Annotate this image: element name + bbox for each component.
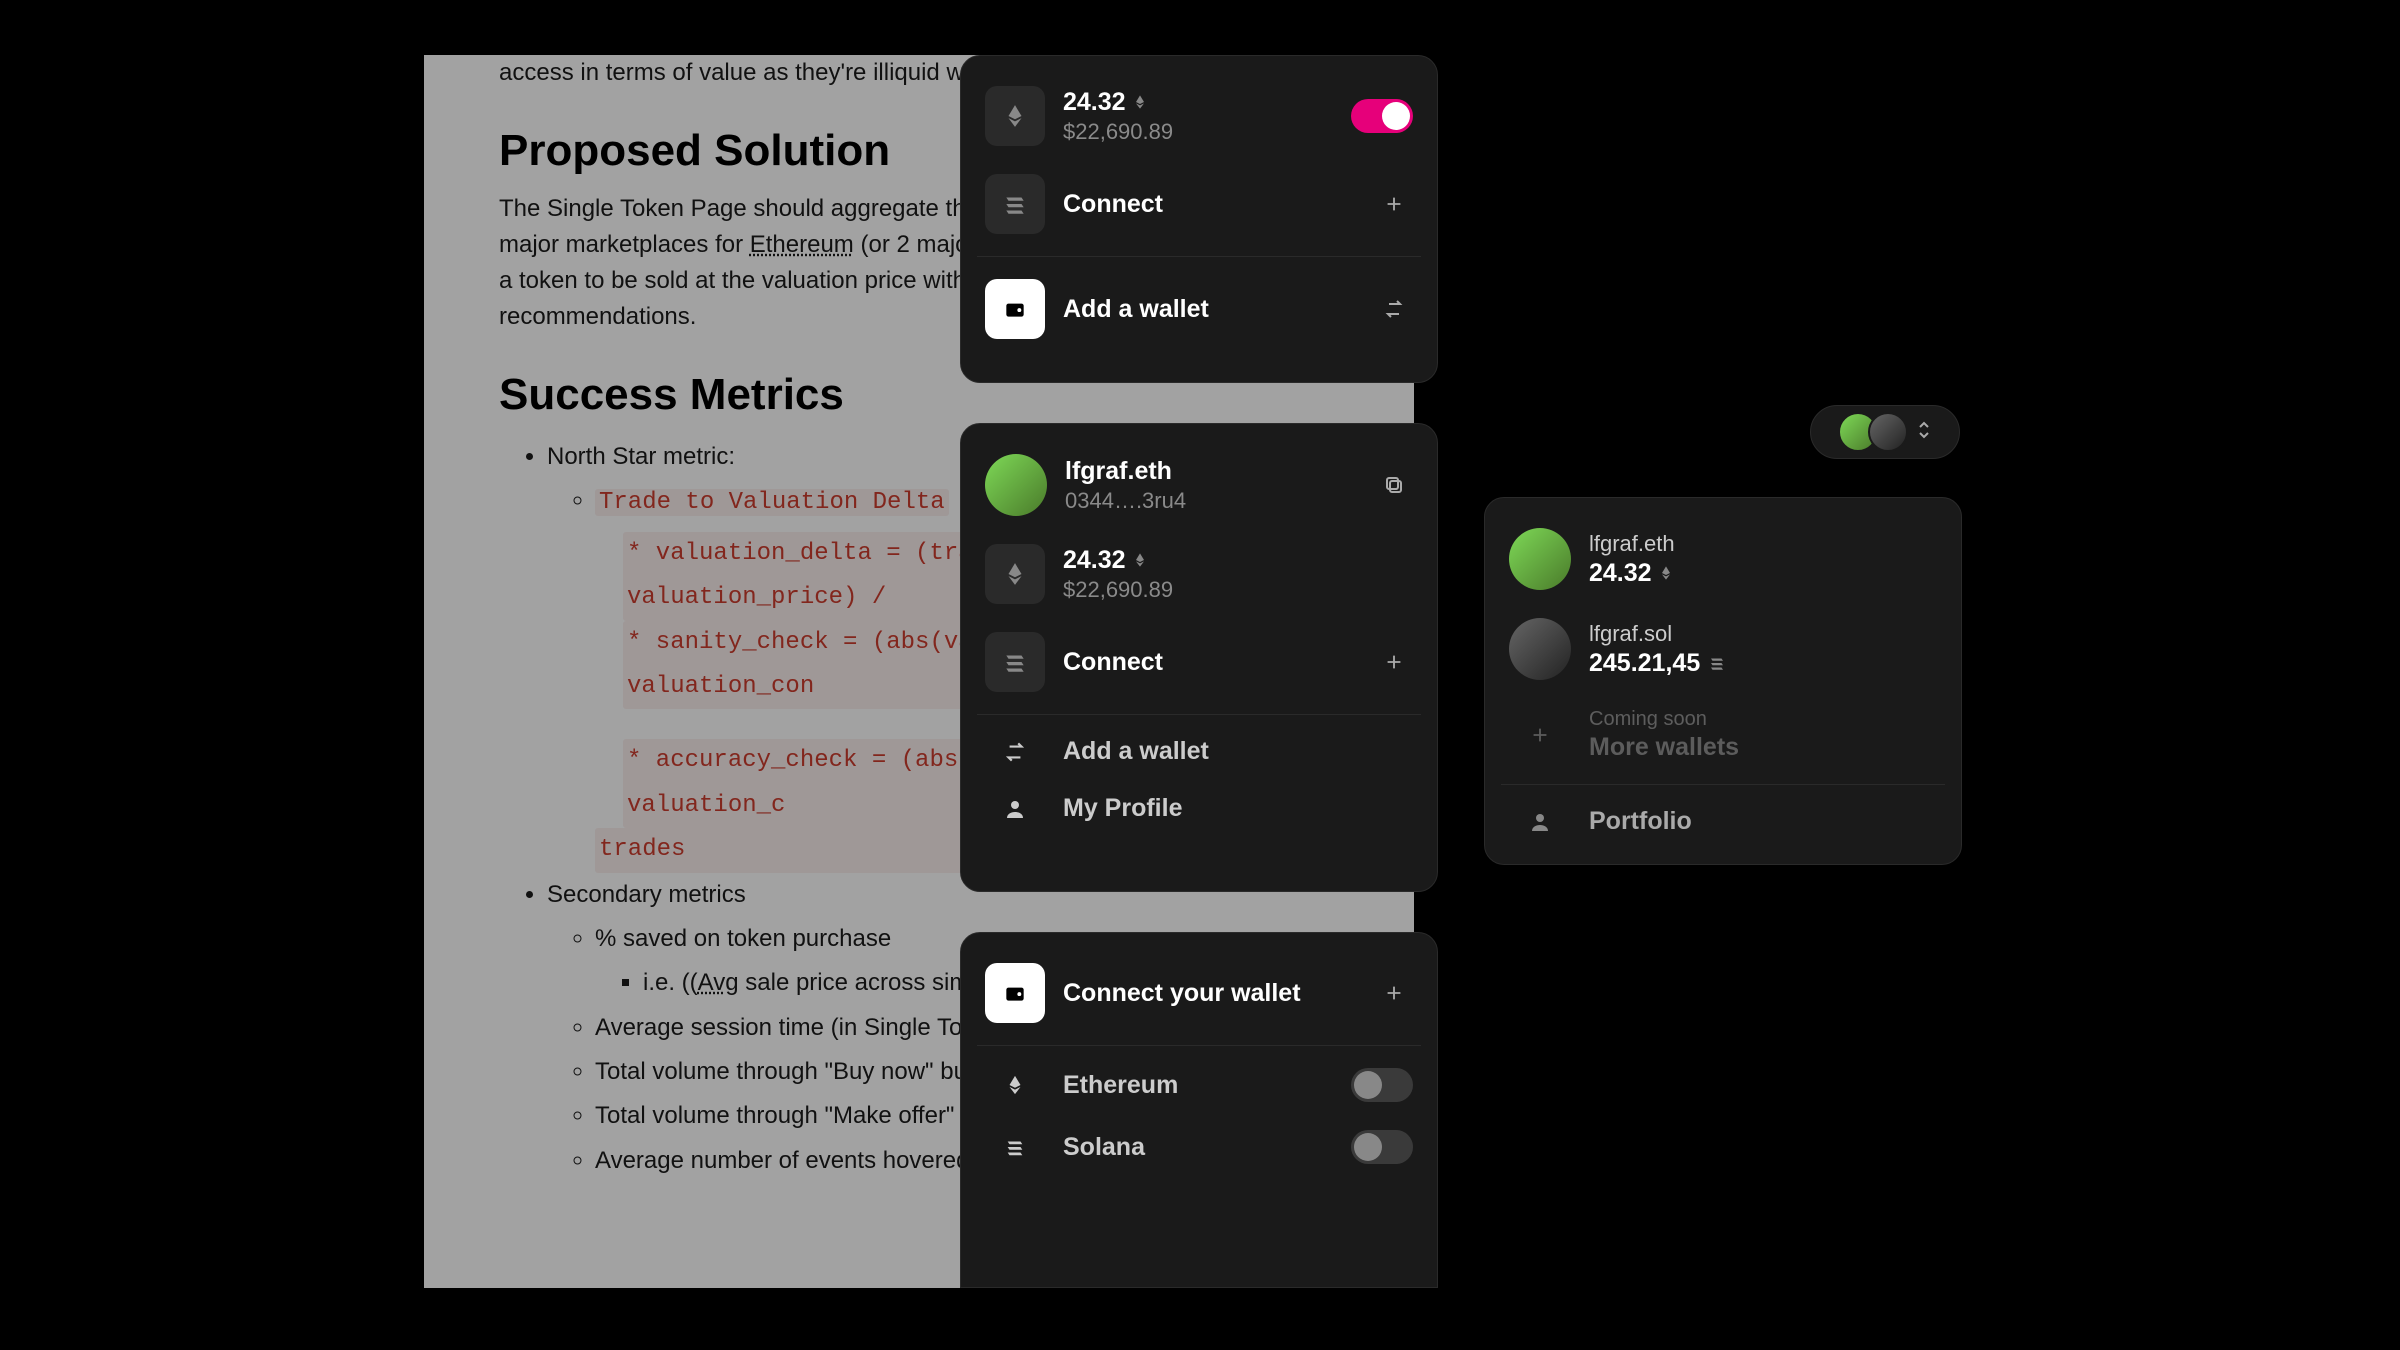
wallet-address: 0344….3ru4 — [1065, 488, 1357, 514]
ethereum-icon — [985, 544, 1045, 604]
portfolio-label: Portfolio — [1589, 807, 1937, 836]
avatar-2 — [1868, 412, 1908, 452]
solana-icon — [985, 1136, 1045, 1158]
ethereum-label: Ethereum — [1063, 1071, 1333, 1100]
connect-row[interactable]: Connect — [977, 160, 1421, 248]
solana-icon — [985, 174, 1045, 234]
solana-label: Solana — [1063, 1133, 1333, 1162]
balance-usd-2: $22,690.89 — [1063, 577, 1413, 603]
plus-icon — [1509, 724, 1571, 746]
plus-icon[interactable] — [1375, 185, 1413, 223]
add-wallet-label: Add a wallet — [1063, 295, 1357, 324]
connect-label: Connect — [1063, 190, 1357, 219]
add-wallet-label-2: Add a wallet — [1063, 737, 1413, 766]
more-wallets-row: Coming soon More wallets — [1501, 694, 1945, 776]
portfolio-row[interactable]: Portfolio — [1501, 793, 1945, 850]
wallet-sol-balance: 245.21,45 — [1589, 649, 1700, 678]
ethereum-row[interactable]: Ethereum — [977, 1054, 1421, 1116]
swap-icon — [985, 739, 1045, 765]
wallet-selector-pill[interactable] — [1810, 405, 1960, 459]
add-wallet-row-2[interactable]: Add a wallet — [977, 723, 1421, 780]
connect-wallet-header: Connect your wallet — [977, 949, 1421, 1037]
my-profile-row[interactable]: My Profile — [977, 780, 1421, 837]
wallet-eth-balance: 24.32 — [1589, 559, 1652, 588]
avatar — [1509, 528, 1571, 590]
solana-toggle[interactable] — [1351, 1130, 1413, 1164]
add-wallet-row[interactable]: Add a wallet — [977, 265, 1421, 353]
chevron-updown-icon — [1916, 420, 1932, 445]
wallet-card-profile: lfgraf.eth 0344….3ru4 24.32 $22,690.89 C… — [960, 423, 1438, 892]
profile-header-row: lfgraf.eth 0344….3ru4 — [977, 440, 1421, 530]
wallet-card-balance: 24.32 $22,690.89 Connect Add a wallet — [960, 55, 1438, 383]
ethereum-icon — [985, 86, 1045, 146]
balance-row-2: 24.32 $22,690.89 — [977, 530, 1421, 618]
more-wallets-label: More wallets — [1589, 733, 1937, 762]
ethereum-icon — [985, 1071, 1045, 1099]
copy-icon[interactable] — [1375, 466, 1413, 504]
avatar — [985, 454, 1047, 516]
wallet-icon — [985, 279, 1045, 339]
balance-amount: 24.32 — [1063, 88, 1126, 117]
wallet-sol-name: lfgraf.sol — [1589, 621, 1937, 647]
connect-wallet-title: Connect your wallet — [1063, 979, 1357, 1008]
wallet-name: lfgraf.eth — [1065, 457, 1357, 486]
plus-icon[interactable] — [1375, 643, 1413, 681]
plus-icon[interactable] — [1375, 974, 1413, 1012]
solana-row[interactable]: Solana — [977, 1116, 1421, 1178]
connect-wallet-card: Connect your wallet Ethereum Solana — [960, 932, 1438, 1288]
wallet-item-eth[interactable]: lfgraf.eth 24.32 — [1501, 514, 1945, 604]
wallet-dropdown-card: lfgraf.eth 24.32 lfgraf.sol 245.21,45 Co… — [1484, 497, 1962, 865]
wallet-item-sol[interactable]: lfgraf.sol 245.21,45 — [1501, 604, 1945, 694]
balance-row: 24.32 $22,690.89 — [977, 72, 1421, 160]
balance-amount-2: 24.32 — [1063, 546, 1126, 575]
wallet-icon — [985, 963, 1045, 1023]
user-icon — [1509, 810, 1571, 834]
wallet-toggle[interactable] — [1351, 99, 1413, 133]
user-icon — [985, 797, 1045, 821]
avatar-stack — [1838, 412, 1908, 452]
balance-usd: $22,690.89 — [1063, 119, 1333, 145]
avatar — [1509, 618, 1571, 680]
my-profile-label: My Profile — [1063, 794, 1413, 823]
wallet-eth-name: lfgraf.eth — [1589, 531, 1937, 557]
coming-soon-label: Coming soon — [1589, 708, 1937, 731]
ethereum-toggle[interactable] — [1351, 1068, 1413, 1102]
solana-icon — [985, 632, 1045, 692]
connect-label-2: Connect — [1063, 648, 1357, 677]
swap-icon[interactable] — [1375, 290, 1413, 328]
connect-row-2[interactable]: Connect — [977, 618, 1421, 706]
